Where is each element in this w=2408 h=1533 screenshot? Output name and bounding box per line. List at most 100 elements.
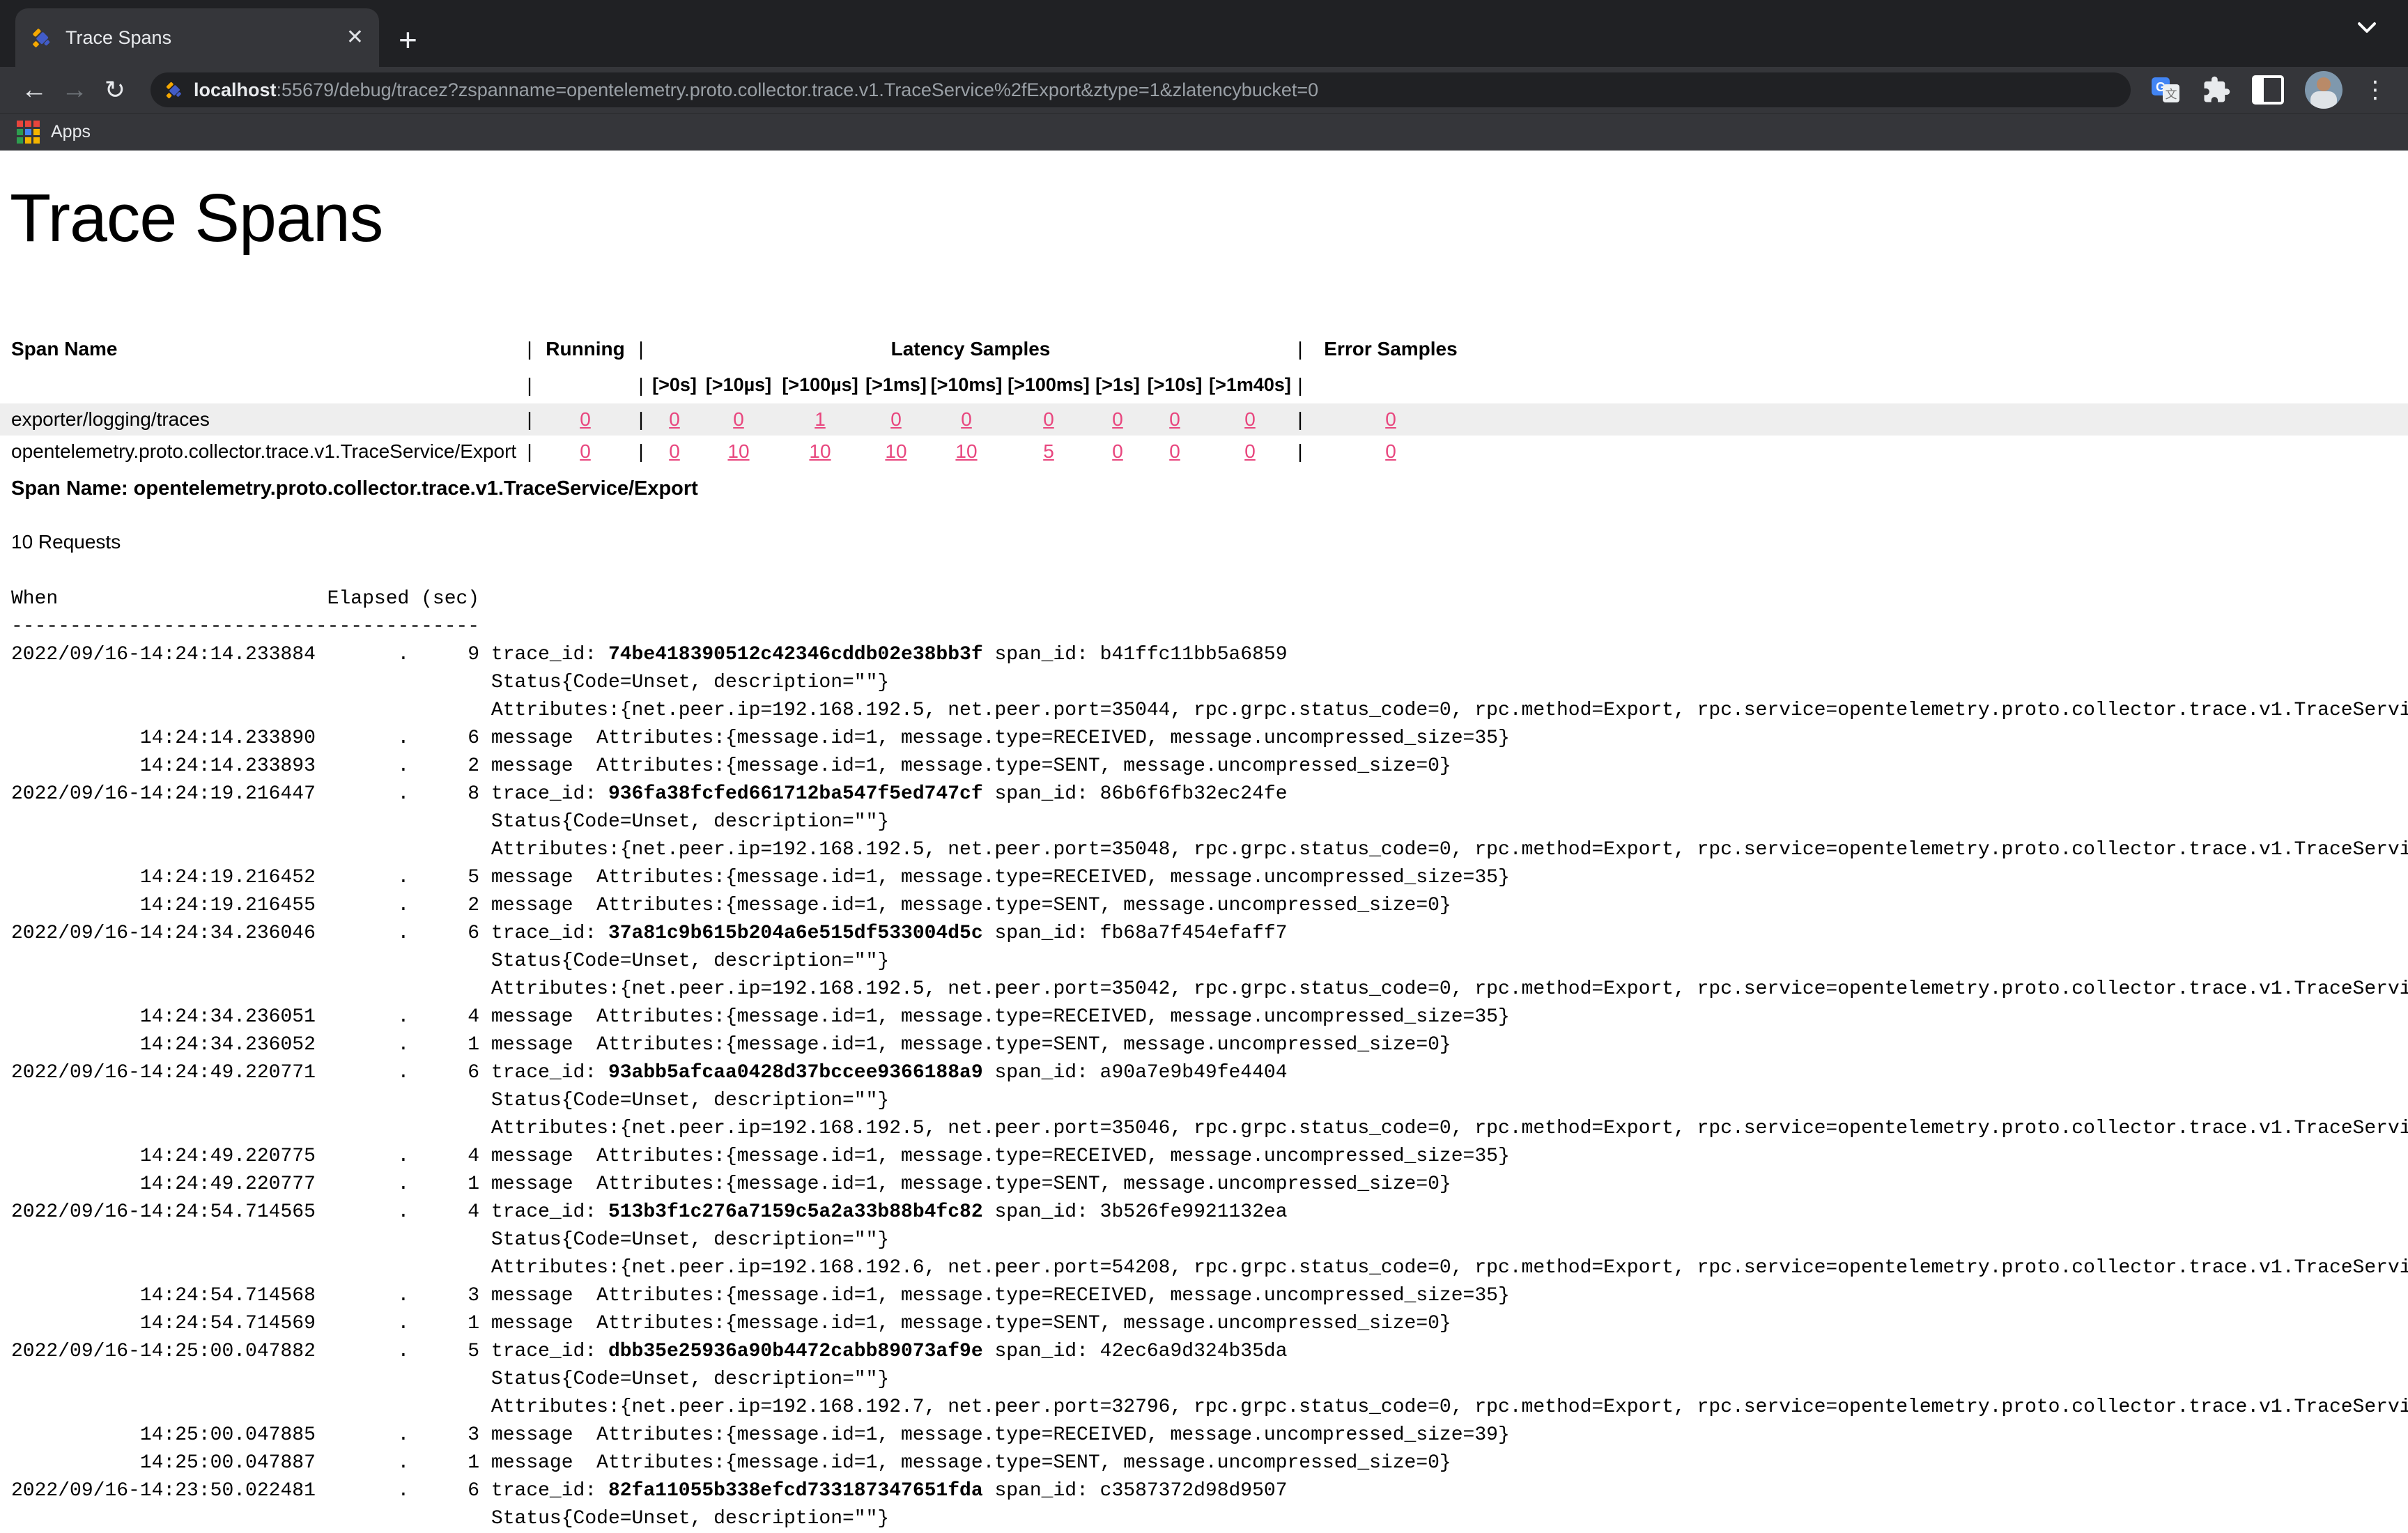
back-button[interactable]: ← [14, 77, 54, 103]
log-entry-header: 2022/09/16-14:24:49.220771 . 6 trace_id:… [11, 1059, 2408, 1087]
log-entry-status: Status{Code=Unset, description=""} [11, 808, 2408, 836]
column-divider: | [523, 440, 537, 463]
latency-sample-link[interactable]: 1 [776, 408, 864, 431]
latency-sample-link[interactable]: 0 [1207, 440, 1293, 463]
log-entry-header: 2022/09/16-14:24:54.714565 . 4 trace_id:… [11, 1199, 2408, 1226]
log-entry-attributes: Attributes:{net.peer.ip=192.168.192.7, n… [11, 1394, 2408, 1422]
latency-sample-link[interactable]: 0 [1143, 408, 1207, 431]
latency-bucket-label: [>100ms] [1005, 374, 1093, 396]
url-host: localhost [194, 79, 277, 100]
side-panel-icon[interactable] [2252, 75, 2284, 105]
log-column-header: When Elapsed (sec) [11, 585, 2408, 613]
latency-sample-link[interactable]: 10 [776, 440, 864, 463]
requests-count: 10 Requests [11, 531, 2408, 553]
tab-trace-spans[interactable]: Trace Spans ✕ [15, 8, 379, 67]
latency-sample-link[interactable]: 0 [1207, 408, 1293, 431]
log-entry-status: Status{Code=Unset, description=""} [11, 1366, 2408, 1394]
log-entry-message: 14:24:54.714568 . 3 message Attributes:{… [11, 1282, 2408, 1310]
latency-sample-link[interactable]: 0 [928, 408, 1005, 431]
log-entry-header: 2022/09/16-14:23:50.022481 . 6 trace_id:… [11, 1477, 2408, 1505]
log-entry-message: 14:24:14.233890 . 6 message Attributes:{… [11, 725, 2408, 753]
latency-bucket-label: [>10ms] [928, 374, 1005, 396]
log-entry-header: 2022/09/16-14:25:00.047882 . 5 trace_id:… [11, 1338, 2408, 1366]
latency-bucket-label: [>100µs] [776, 374, 864, 396]
url-address-bar[interactable]: localhost:55679/debug/tracez?zspanname=o… [150, 72, 2131, 107]
latency-sample-link[interactable]: 10 [928, 440, 1005, 463]
column-divider: | [634, 374, 648, 396]
latency-sample-link[interactable]: 5 [1005, 440, 1093, 463]
col-header-span-name: Span Name [0, 338, 523, 360]
log-entry-message: 14:24:14.233893 . 2 message Attributes:{… [11, 753, 2408, 780]
latency-sample-link[interactable]: 0 [648, 440, 701, 463]
log-entry-attributes: Attributes:{net.peer.ip=192.168.192.5, n… [11, 697, 2408, 725]
browser-chrome: Trace Spans ✕ + ← → ↻ loc [0, 0, 2408, 151]
new-tab-button[interactable]: + [399, 24, 417, 56]
log-entry-message: 14:24:19.216452 . 5 message Attributes:{… [11, 864, 2408, 892]
log-entry-status: Status{Code=Unset, description=""} [11, 1505, 2408, 1533]
bookmarks-bar: Apps [0, 113, 2408, 151]
page-title: Trace Spans [10, 181, 2408, 256]
latency-sample-link[interactable]: 0 [648, 408, 701, 431]
log-entry-message: 14:24:54.714569 . 1 message Attributes:{… [11, 1310, 2408, 1338]
span-name-cell: exporter/logging/traces [0, 408, 523, 431]
site-favicon-icon [164, 80, 184, 100]
log-entry-status: Status{Code=Unset, description=""} [11, 1226, 2408, 1254]
log-entry-attributes: Attributes:{net.peer.ip=192.168.192.5, n… [11, 1115, 2408, 1143]
error-count-link[interactable]: 0 [1307, 440, 1474, 463]
log-entry-attributes: Attributes:{net.peer.ip=192.168.192.6, n… [11, 1254, 2408, 1282]
tracez-page: Trace Spans Span Name|Running|Latency Sa… [0, 181, 2408, 1533]
svg-text:文: 文 [2166, 88, 2177, 102]
profile-avatar[interactable] [2305, 71, 2343, 109]
log-entry-header: 2022/09/16-14:24:14.233884 . 9 trace_id:… [11, 641, 2408, 669]
latency-bucket-label: [>1m40s] [1207, 374, 1293, 396]
latency-sample-link[interactable]: 0 [1143, 440, 1207, 463]
table-header-row: Span Name|Running|Latency Samples|Error … [0, 331, 2408, 367]
log-entry-header: 2022/09/16-14:24:19.216447 . 8 trace_id:… [11, 780, 2408, 808]
table-row: exporter/logging/traces|0|001000000|0 [0, 403, 2408, 436]
running-count-link[interactable]: 0 [537, 440, 634, 463]
running-count-link[interactable]: 0 [537, 408, 634, 431]
column-divider: | [634, 338, 648, 360]
log-entry-message: 14:24:49.220777 . 1 message Attributes:{… [11, 1171, 2408, 1199]
column-divider: | [1293, 408, 1307, 431]
log-entry-status: Status{Code=Unset, description=""} [11, 669, 2408, 697]
latency-sample-link[interactable]: 0 [1093, 440, 1143, 463]
menu-kebab-icon[interactable]: ⋮ [2363, 78, 2387, 102]
extensions-puzzle-icon[interactable] [2202, 75, 2231, 105]
log-entry-attributes: Attributes:{net.peer.ip=192.168.192.5, n… [11, 976, 2408, 1003]
log-separator: ---------------------------------------- [11, 613, 2408, 641]
tab-close-icon[interactable]: ✕ [346, 27, 364, 48]
latency-bucket-label: [>0s] [648, 374, 701, 396]
column-divider: | [523, 408, 537, 431]
browser-toolbar: ← → ↻ localhost:55679/debug/tracez?zspan… [0, 67, 2408, 113]
latency-sample-link[interactable]: 0 [864, 408, 928, 431]
latency-bucket-label: [>10µs] [701, 374, 776, 396]
forward-button[interactable]: → [54, 77, 95, 103]
log-entry-message: 14:24:19.216455 . 2 message Attributes:{… [11, 892, 2408, 920]
reload-button[interactable]: ↻ [95, 77, 135, 102]
latency-sample-link[interactable]: 10 [701, 440, 776, 463]
latency-sample-link[interactable]: 0 [701, 408, 776, 431]
log-entry-message: 14:24:49.220775 . 4 message Attributes:{… [11, 1143, 2408, 1171]
log-entry-message: 14:24:34.236051 . 4 message Attributes:{… [11, 1003, 2408, 1031]
opentelemetry-favicon-icon [31, 26, 53, 49]
column-divider: | [1293, 440, 1307, 463]
translate-icon[interactable]: G 文 [2150, 76, 2181, 104]
tab-title: Trace Spans [65, 27, 334, 49]
latency-sample-link[interactable]: 0 [1093, 408, 1143, 431]
tabstrip-chevron-down-icon[interactable] [2355, 21, 2379, 35]
apps-grid-icon[interactable] [17, 121, 40, 144]
column-divider: | [634, 408, 648, 431]
url-path: :55679/debug/tracez?zspanname=openteleme… [277, 79, 1319, 100]
column-divider: | [634, 440, 648, 463]
apps-label[interactable]: Apps [51, 122, 91, 142]
latency-sample-link[interactable]: 0 [1005, 408, 1093, 431]
toolbar-icons: G 文 ⋮ [2150, 71, 2387, 109]
span-name-cell: opentelemetry.proto.collector.trace.v1.T… [0, 440, 523, 463]
log-entry-attributes: Attributes:{net.peer.ip=192.168.192.5, n… [11, 836, 2408, 864]
column-divider: | [1293, 338, 1307, 360]
latency-sample-link[interactable]: 10 [864, 440, 928, 463]
detail-span-name: Span Name: opentelemetry.proto.collector… [11, 477, 2408, 500]
error-count-link[interactable]: 0 [1307, 408, 1474, 431]
span-summary-table: Span Name|Running|Latency Samples|Error … [0, 331, 2408, 468]
